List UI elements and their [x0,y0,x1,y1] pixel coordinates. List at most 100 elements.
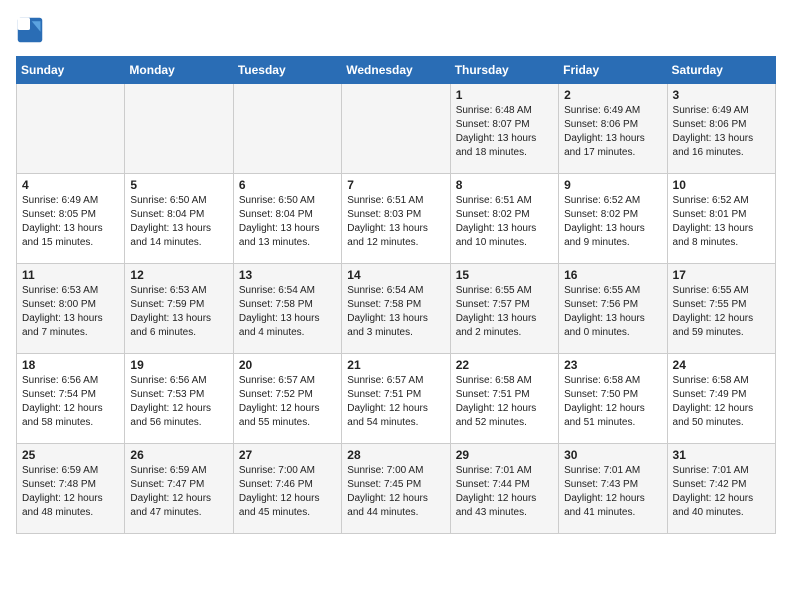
day-info: Sunrise: 6:52 AM Sunset: 8:02 PM Dayligh… [564,194,661,250]
calendar-cell: 27 Sunrise: 7:00 AM Sunset: 7:46 PM Dayli… [233,444,341,534]
day-number: 12 [130,268,227,282]
day-info: Sunrise: 6:55 AM Sunset: 7:56 PM Dayligh… [564,284,661,340]
page-header [16,16,776,44]
day-info: Sunrise: 6:51 AM Sunset: 8:03 PM Dayligh… [347,194,444,250]
day-number: 25 [22,448,119,462]
calendar-cell: 22 Sunrise: 6:58 AM Sunset: 7:51 PM Dayli… [450,354,558,444]
day-number: 30 [564,448,661,462]
day-info: Sunrise: 6:49 AM Sunset: 8:05 PM Dayligh… [22,194,119,250]
calendar-cell [233,84,341,174]
day-info: Sunrise: 6:54 AM Sunset: 7:58 PM Dayligh… [239,284,336,340]
calendar-cell: 16 Sunrise: 6:55 AM Sunset: 7:56 PM Dayli… [559,264,667,354]
day-info: Sunrise: 6:49 AM Sunset: 8:06 PM Dayligh… [673,104,770,160]
day-number: 20 [239,358,336,372]
logo-icon [16,16,44,44]
day-number: 16 [564,268,661,282]
calendar-cell: 10 Sunrise: 6:52 AM Sunset: 8:01 PM Dayli… [667,174,775,264]
calendar-cell: 3 Sunrise: 6:49 AM Sunset: 8:06 PM Daylig… [667,84,775,174]
day-info: Sunrise: 7:01 AM Sunset: 7:43 PM Dayligh… [564,464,661,520]
calendar-cell: 12 Sunrise: 6:53 AM Sunset: 7:59 PM Dayli… [125,264,233,354]
day-info: Sunrise: 6:57 AM Sunset: 7:51 PM Dayligh… [347,374,444,430]
weekday-header-friday: Friday [559,57,667,84]
calendar-cell: 24 Sunrise: 6:58 AM Sunset: 7:49 PM Dayli… [667,354,775,444]
calendar-cell [17,84,125,174]
calendar-cell: 4 Sunrise: 6:49 AM Sunset: 8:05 PM Daylig… [17,174,125,264]
calendar-cell: 13 Sunrise: 6:54 AM Sunset: 7:58 PM Dayli… [233,264,341,354]
calendar-cell: 6 Sunrise: 6:50 AM Sunset: 8:04 PM Daylig… [233,174,341,264]
day-number: 10 [673,178,770,192]
day-number: 31 [673,448,770,462]
calendar-cell: 26 Sunrise: 6:59 AM Sunset: 7:47 PM Dayli… [125,444,233,534]
day-info: Sunrise: 6:57 AM Sunset: 7:52 PM Dayligh… [239,374,336,430]
calendar-cell [342,84,450,174]
day-info: Sunrise: 6:53 AM Sunset: 7:59 PM Dayligh… [130,284,227,340]
day-number: 4 [22,178,119,192]
day-number: 28 [347,448,444,462]
calendar-cell: 2 Sunrise: 6:49 AM Sunset: 8:06 PM Daylig… [559,84,667,174]
day-number: 13 [239,268,336,282]
weekday-header-tuesday: Tuesday [233,57,341,84]
day-info: Sunrise: 7:01 AM Sunset: 7:44 PM Dayligh… [456,464,553,520]
day-info: Sunrise: 6:54 AM Sunset: 7:58 PM Dayligh… [347,284,444,340]
day-info: Sunrise: 6:48 AM Sunset: 8:07 PM Dayligh… [456,104,553,160]
day-number: 11 [22,268,119,282]
day-number: 29 [456,448,553,462]
calendar-cell [125,84,233,174]
day-number: 14 [347,268,444,282]
logo [16,16,48,44]
calendar-cell: 7Sunrise: 6:51 AM Sunset: 8:03 PM Daylig… [342,174,450,264]
day-number: 15 [456,268,553,282]
day-number: 23 [564,358,661,372]
day-number: 26 [130,448,227,462]
day-info: Sunrise: 7:00 AM Sunset: 7:46 PM Dayligh… [239,464,336,520]
calendar-cell: 14 Sunrise: 6:54 AM Sunset: 7:58 PM Dayli… [342,264,450,354]
calendar-cell: 23Sunrise: 6:58 AM Sunset: 7:50 PM Dayli… [559,354,667,444]
day-number: 22 [456,358,553,372]
day-number: 21 [347,358,444,372]
day-number: 19 [130,358,227,372]
calendar-cell: 18 Sunrise: 6:56 AM Sunset: 7:54 PM Dayli… [17,354,125,444]
day-number: 27 [239,448,336,462]
day-info: Sunrise: 6:49 AM Sunset: 8:06 PM Dayligh… [564,104,661,160]
day-info: Sunrise: 6:58 AM Sunset: 7:51 PM Dayligh… [456,374,553,430]
day-number: 9 [564,178,661,192]
calendar-cell: 25 Sunrise: 6:59 AM Sunset: 7:48 PM Dayli… [17,444,125,534]
weekday-header-thursday: Thursday [450,57,558,84]
calendar-cell: 17 Sunrise: 6:55 AM Sunset: 7:55 PM Dayli… [667,264,775,354]
weekday-header-monday: Monday [125,57,233,84]
day-number: 8 [456,178,553,192]
day-number: 3 [673,88,770,102]
day-number: 17 [673,268,770,282]
day-info: Sunrise: 6:59 AM Sunset: 7:47 PM Dayligh… [130,464,227,520]
weekday-header-wednesday: Wednesday [342,57,450,84]
weekday-header-saturday: Saturday [667,57,775,84]
day-info: Sunrise: 6:59 AM Sunset: 7:48 PM Dayligh… [22,464,119,520]
day-number: 2 [564,88,661,102]
day-number: 24 [673,358,770,372]
calendar-cell: 1 Sunrise: 6:48 AM Sunset: 8:07 PM Daylig… [450,84,558,174]
calendar-cell: 31 Sunrise: 7:01 AM Sunset: 7:42 PM Dayli… [667,444,775,534]
calendar-cell: 8 Sunrise: 6:51 AM Sunset: 8:02 PM Daylig… [450,174,558,264]
day-info: Sunrise: 6:51 AM Sunset: 8:02 PM Dayligh… [456,194,553,250]
calendar-cell: 21 Sunrise: 6:57 AM Sunset: 7:51 PM Dayli… [342,354,450,444]
weekday-header-sunday: Sunday [17,57,125,84]
calendar-cell: 19Sunrise: 6:56 AM Sunset: 7:53 PM Dayli… [125,354,233,444]
calendar-cell: 30 Sunrise: 7:01 AM Sunset: 7:43 PM Dayli… [559,444,667,534]
calendar-cell: 11 Sunrise: 6:53 AM Sunset: 8:00 PM Dayli… [17,264,125,354]
day-number: 1 [456,88,553,102]
calendar-table: SundayMondayTuesdayWednesdayThursdayFrid… [16,56,776,534]
day-info: Sunrise: 7:00 AM Sunset: 7:45 PM Dayligh… [347,464,444,520]
day-info: Sunrise: 6:50 AM Sunset: 8:04 PM Dayligh… [239,194,336,250]
day-info: Sunrise: 6:55 AM Sunset: 7:55 PM Dayligh… [673,284,770,340]
day-info: Sunrise: 6:53 AM Sunset: 8:00 PM Dayligh… [22,284,119,340]
calendar-cell: 28 Sunrise: 7:00 AM Sunset: 7:45 PM Dayli… [342,444,450,534]
day-info: Sunrise: 7:01 AM Sunset: 7:42 PM Dayligh… [673,464,770,520]
day-number: 6 [239,178,336,192]
day-info: Sunrise: 6:52 AM Sunset: 8:01 PM Dayligh… [673,194,770,250]
calendar-cell: 15 Sunrise: 6:55 AM Sunset: 7:57 PM Dayli… [450,264,558,354]
day-number: 18 [22,358,119,372]
day-info: Sunrise: 6:56 AM Sunset: 7:54 PM Dayligh… [22,374,119,430]
day-info: Sunrise: 6:55 AM Sunset: 7:57 PM Dayligh… [456,284,553,340]
calendar-cell: 29 Sunrise: 7:01 AM Sunset: 7:44 PM Dayli… [450,444,558,534]
day-info: Sunrise: 6:58 AM Sunset: 7:49 PM Dayligh… [673,374,770,430]
